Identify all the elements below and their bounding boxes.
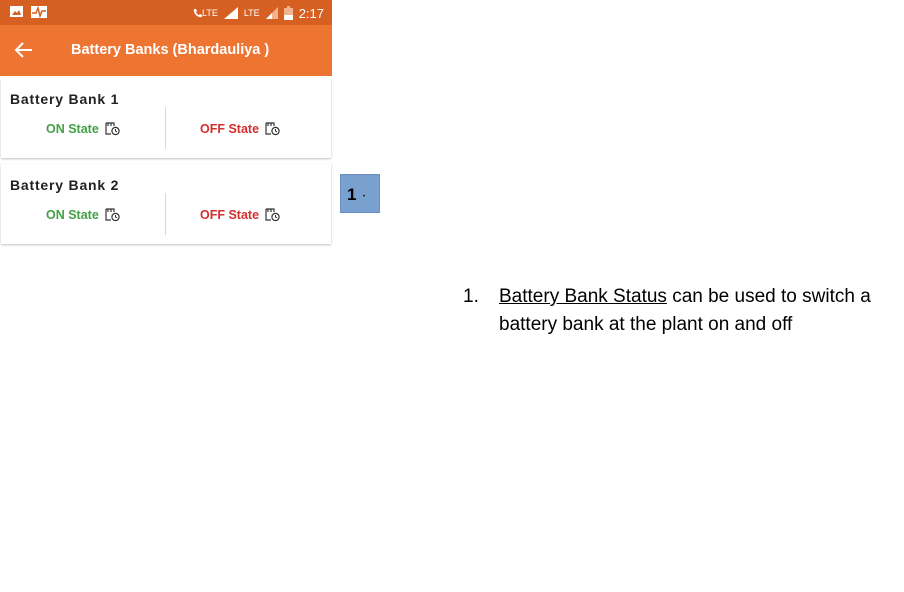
battery-bank-status-link: Battery Bank Status xyxy=(499,286,667,307)
annotation-note-body: Battery Bank Status can be used to switc… xyxy=(499,283,903,339)
clock: 2:17 xyxy=(298,5,324,21)
battery-bank-card: Battery Bank 1 ON State OFF State xyxy=(1,78,331,158)
off-state-label: OFF State xyxy=(200,208,260,222)
divider xyxy=(165,193,166,235)
battery-icon xyxy=(283,6,293,20)
off-state-button[interactable]: OFF State xyxy=(200,122,280,136)
activity-icon xyxy=(31,6,47,18)
network-label-2: LTE xyxy=(243,8,260,18)
back-arrow-icon[interactable] xyxy=(13,40,35,60)
call-lte-icon: LTE xyxy=(192,8,218,18)
page-title: Battery Banks (Bhardauliya ) xyxy=(71,42,270,58)
network-label-1: LTE xyxy=(202,8,218,18)
battery-bank-card: Battery Bank 2 ON State OFF State xyxy=(1,164,331,244)
battery-bank-title: Battery Bank 1 xyxy=(10,91,120,107)
divider xyxy=(165,107,166,149)
status-bar: LTE LTE 2:17 xyxy=(0,0,332,25)
app-bar: Battery Banks (Bhardauliya ) xyxy=(0,25,332,76)
schedule-icon xyxy=(265,208,280,222)
annotation-note-number: 1. xyxy=(463,286,479,307)
schedule-icon xyxy=(105,208,120,222)
off-state-button[interactable]: OFF State xyxy=(200,208,280,222)
annotation-marker: 1 • xyxy=(340,174,380,213)
on-state-button[interactable]: ON State xyxy=(46,208,120,222)
status-indicators: LTE LTE 2:17 xyxy=(192,5,324,21)
phone-screen: LTE LTE 2:17 Battery Banks (Bhardauliya … xyxy=(0,0,332,250)
battery-bank-title: Battery Bank 2 xyxy=(10,177,120,193)
schedule-icon xyxy=(105,122,120,136)
gallery-icon xyxy=(10,6,23,17)
annotation-marker-dot: • xyxy=(363,194,366,200)
off-state-label: OFF State xyxy=(200,122,260,136)
on-state-label: ON State xyxy=(46,122,99,136)
on-state-button[interactable]: ON State xyxy=(46,122,120,136)
on-state-label: ON State xyxy=(46,208,99,222)
annotation-marker-number: 1 xyxy=(347,185,357,204)
schedule-icon xyxy=(265,122,280,136)
signal-r-icon xyxy=(265,7,278,19)
signal-icon xyxy=(223,7,238,19)
